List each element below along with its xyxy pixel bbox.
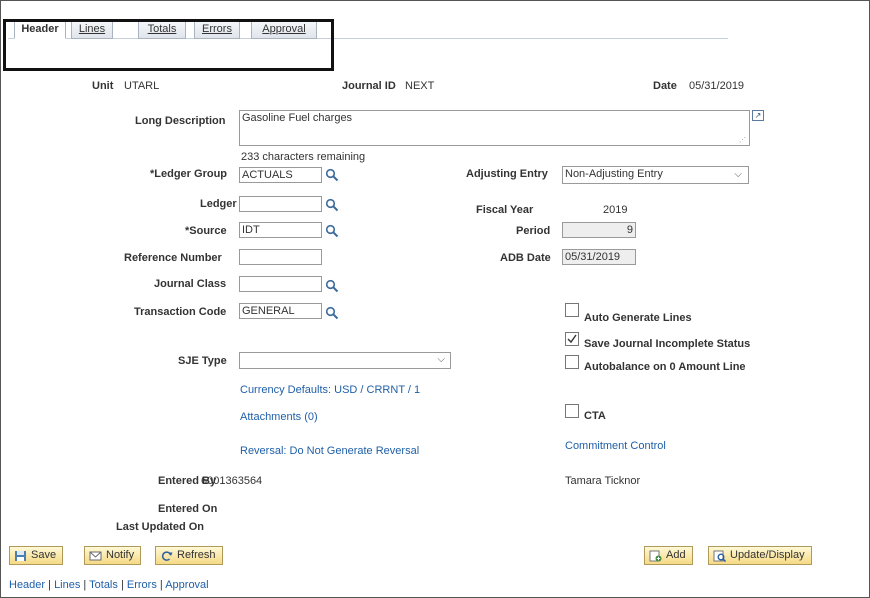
unit-value: UTARL (124, 80, 160, 92)
add-icon (649, 550, 662, 561)
refresh-button[interactable]: Refresh (155, 546, 223, 565)
add-button[interactable]: Add (644, 546, 693, 565)
adjusting-entry-select[interactable]: Non-Adjusting Entry ⌵ (562, 166, 749, 184)
transaction-code-label: Transaction Code (134, 306, 227, 318)
auto-generate-lines-checkbox[interactable] (565, 303, 579, 317)
footer-link-totals[interactable]: Totals (89, 579, 118, 591)
journal-class-label: Journal Class (154, 278, 227, 290)
autobalance-checkbox[interactable] (565, 355, 579, 369)
auto-generate-lines-label: Auto Generate Lines (584, 312, 692, 324)
transaction-code-input[interactable]: GENERAL (239, 303, 322, 319)
entered-by-name: Tamara Ticknor (565, 475, 641, 487)
cta-label: CTA (584, 410, 606, 422)
refresh-icon (161, 550, 173, 561)
sje-type-select[interactable]: ⌵ (239, 352, 451, 369)
entered-by-id: 6001363564 (201, 475, 263, 487)
chevron-down-icon: ⌵ (734, 169, 742, 180)
update-display-button-label: Update/Display (730, 549, 805, 561)
tab-highlight-box (3, 19, 334, 71)
notify-button-label: Notify (106, 549, 135, 561)
ledger-group-lookup-icon[interactable] (325, 168, 339, 182)
save-icon (15, 550, 26, 561)
adb-date-input: 05/31/2019 (562, 249, 636, 265)
period-label: Period (516, 225, 551, 237)
save-button-label: Save (31, 549, 57, 561)
cta-checkbox[interactable] (565, 404, 579, 418)
adjusting-entry-value: Non-Adjusting Entry (565, 168, 663, 180)
checkmark-icon (567, 334, 577, 344)
date-value: 05/31/2019 (689, 80, 745, 92)
reference-number-input[interactable] (239, 249, 322, 265)
long-description-text: Gasoline Fuel charges (242, 112, 353, 124)
journal-class-lookup-icon[interactable] (325, 279, 339, 293)
date-label: Date (653, 80, 677, 92)
ledger-label: Ledger (200, 198, 237, 210)
transaction-code-lookup-icon[interactable] (325, 306, 339, 320)
long-description-label: Long Description (135, 115, 226, 127)
footer-nav: Header | Lines | Totals | Errors | Appro… (9, 579, 209, 591)
autobalance-label: Autobalance on 0 Amount Line (584, 361, 746, 373)
unit-label: Unit (92, 80, 114, 92)
source-input[interactable]: IDT (239, 222, 322, 238)
characters-remaining: 233 characters remaining (241, 151, 366, 163)
notify-button[interactable]: Notify (84, 546, 142, 565)
expand-icon[interactable]: ↗ (752, 110, 764, 121)
fiscal-year-label: Fiscal Year (476, 204, 534, 216)
source-label: *Source (185, 225, 227, 237)
period-input: 9 (562, 222, 636, 238)
entered-on-label: Entered On (158, 503, 218, 515)
footer-link-errors[interactable]: Errors (127, 579, 157, 591)
last-updated-on-label: Last Updated On (116, 521, 205, 533)
footer-link-header[interactable]: Header (9, 579, 45, 591)
commitment-control-link[interactable]: Commitment Control (565, 440, 666, 452)
currency-defaults-link[interactable]: Currency Defaults: USD / CRRNT / 1 (240, 384, 420, 396)
refresh-button-label: Refresh (177, 549, 216, 561)
ledger-lookup-icon[interactable] (325, 198, 339, 212)
add-button-label: Add (666, 549, 686, 561)
long-description-textarea[interactable]: Gasoline Fuel charges (239, 110, 750, 146)
reference-number-label: Reference Number (124, 252, 222, 264)
notify-icon (89, 551, 102, 560)
journal-id-label: Journal ID (342, 80, 396, 92)
fiscal-year-value: 2019 (603, 204, 628, 216)
reversal-link[interactable]: Reversal: Do Not Generate Reversal (240, 445, 419, 457)
save-incomplete-label: Save Journal Incomplete Status (584, 338, 751, 350)
adjusting-entry-label: Adjusting Entry (466, 168, 548, 180)
update-display-icon (713, 550, 726, 562)
save-button[interactable]: Save (9, 546, 64, 565)
update-display-button[interactable]: Update/Display (708, 546, 812, 565)
ledger-group-label: *Ledger Group (150, 168, 228, 180)
journal-id-value: NEXT (405, 80, 435, 92)
save-incomplete-checkbox[interactable] (565, 332, 579, 346)
resize-grip-icon: ⋰ (739, 137, 746, 144)
chevron-down-icon: ⌵ (437, 354, 445, 365)
attachments-link[interactable]: Attachments (0) (240, 411, 318, 423)
sje-type-label: SJE Type (178, 355, 227, 367)
ledger-group-input[interactable]: ACTUALS (239, 167, 322, 183)
footer-link-lines[interactable]: Lines (54, 579, 80, 591)
ledger-input[interactable] (239, 196, 322, 212)
adb-date-label: ADB Date (500, 252, 551, 264)
source-lookup-icon[interactable] (325, 224, 339, 238)
journal-class-input[interactable] (239, 276, 322, 292)
footer-link-approval[interactable]: Approval (165, 579, 208, 591)
